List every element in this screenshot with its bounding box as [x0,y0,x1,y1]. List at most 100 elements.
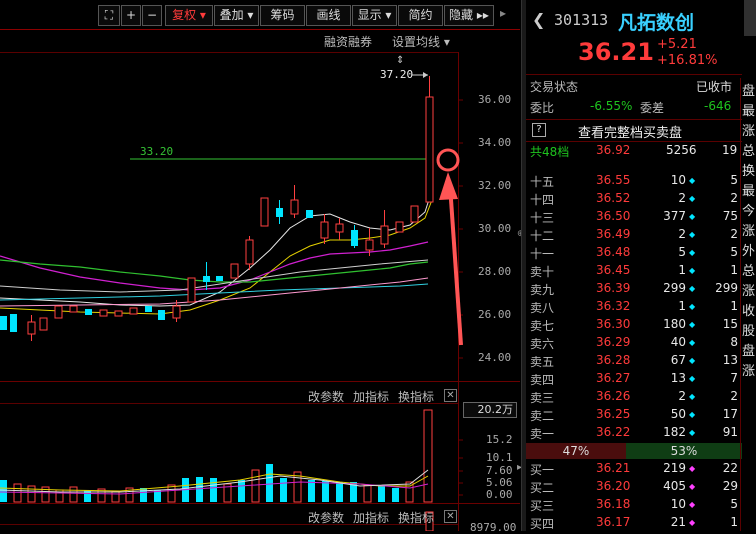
bid-price: 36.21 [596,461,631,475]
bid-row[interactable]: 买四 36.17 21 ◆ 1 [526,515,741,533]
ask-volume: 2 [678,191,686,205]
ask-price: 36.22 [596,425,631,439]
ask-count: 13 [722,353,738,367]
ma-line-yellow [0,199,433,315]
price-tick-30: 30.00 [478,222,512,235]
ask-price: 36.39 [596,281,631,295]
ask-price: 36.32 [596,299,631,313]
macd-gaicanshu-link[interactable]: 改参数 [308,509,344,526]
ask-level-label: 卖九 [530,283,555,297]
cut-column-divider [740,78,741,531]
ask-flag-icon: ◆ [689,302,696,311]
ask-level-label: 卖七 [530,319,555,333]
vol-tick-2: 10.1 [486,451,513,464]
ask-volume: 180 [663,317,686,331]
ask-flag-icon: ◆ [689,176,696,185]
ask-price: 36.27 [596,371,631,385]
vol-jiazhibiao-link[interactable]: 加指标 [353,388,389,405]
ask-level-label: 卖二 [530,409,555,423]
ask-level-label: 卖五 [530,355,555,369]
ask-row[interactable]: 卖二 36.25 50 ◆ 17 [526,407,741,425]
price-tick-26: 26.00 [478,308,512,321]
ask-row[interactable]: 卖三 36.26 2 ◆ 2 [526,389,741,407]
high-pointer-arrow [423,72,428,78]
bid-row[interactable]: 买二 36.20 405 ◆ 29 [526,479,741,497]
ask-level-label: 卖八 [530,301,555,315]
bid-flag-icon: ◆ [689,464,696,473]
ask-level-label: 十一 [530,247,555,261]
total-count: 19 [722,143,738,157]
cut-glyph: 股 [742,324,756,339]
ask-row[interactable]: 十三 36.50 377 ◆ 75 [526,209,741,227]
cut-tab[interactable] [744,0,756,36]
ask-row[interactable]: 卖七 36.30 180 ◆ 15 [526,317,741,335]
ask-row[interactable]: 卖十 36.45 1 ◆ 1 [526,263,741,281]
ask-level-label: 十二 [530,229,555,243]
vol-tick-1: 15.2 [486,433,513,446]
high-marker-icon: ⇕ [396,55,404,66]
help-icon[interactable]: ? [532,123,546,137]
bid-volume: 10 [670,497,686,511]
ask-row[interactable]: 卖八 36.32 1 ◆ 1 [526,299,741,317]
bid-row[interactable]: 买一 36.21 219 ◆ 22 [526,461,741,479]
ask-price: 36.52 [596,191,631,205]
ask-count: 1 [730,263,738,277]
bid-row[interactable]: 买三 36.18 10 ◆ 5 [526,497,741,515]
stock-code: 301313 [554,11,609,29]
ask-row[interactable]: 卖五 36.28 67 ◆ 13 [526,353,741,371]
full-depth-button[interactable]: 查看完整档买卖盘 [578,122,682,141]
macd-bottom-value: 8979.00 [470,521,517,534]
weibi-value: -6.55% [590,99,633,113]
ask-row[interactable]: 卖六 36.29 40 ◆ 8 [526,335,741,353]
ma-line-green [0,259,429,283]
ask-row[interactable]: 十五 36.55 10 ◆ 5 [526,173,741,191]
ask-row[interactable]: 十四 36.52 2 ◆ 2 [526,191,741,209]
ask-flag-icon: ◆ [689,212,696,221]
ask-level-label: 卖六 [530,337,555,351]
total-depth-row: 共48档 36.92 5256 19 [526,143,741,161]
vol-huanzhibiao-link[interactable]: 换指标 [398,388,434,405]
ask-row[interactable]: 十二 36.49 2 ◆ 2 [526,227,741,245]
price-change-pct: +16.81% [657,53,718,68]
cut-glyph: 最 [742,184,756,199]
ask-volume: 2 [678,227,686,241]
ask-level-label: 十四 [530,193,555,207]
panel-divider-3 [526,141,742,142]
ask-volume: 377 [663,209,686,223]
ask-price: 36.25 [596,407,631,421]
last-price: 36.21 [578,38,654,66]
volume-bars [0,409,433,503]
ask-flag-icon: ◆ [689,374,696,383]
status-row: 交易状态 已收市 [526,78,741,96]
ask-row[interactable]: 十一 36.48 5 ◆ 5 [526,245,741,263]
ask-flag-icon: ◆ [689,320,696,329]
ask-price: 36.45 [596,263,631,277]
ask-level-label: 卖三 [530,391,555,405]
bid-level-label: 买一 [530,463,555,477]
macd-close-icon[interactable]: ✕ [444,510,457,523]
macd-huanzhibiao-link[interactable]: 换指标 [398,509,434,526]
ref-line-label: 33.20 [140,145,174,158]
ask-price: 36.55 [596,173,631,187]
ask-count: 5 [730,173,738,187]
vol-gaicanshu-link[interactable]: 改参数 [308,388,344,405]
bid-level-label: 买四 [530,517,555,531]
ask-count: 299 [715,281,738,295]
bid-flag-icon: ◆ [689,500,696,509]
ask-count: 8 [730,335,738,349]
ask-volume: 67 [670,353,686,367]
vol-close-icon[interactable]: ✕ [444,389,457,402]
ask-flag-icon: ◆ [689,194,696,203]
ask-count: 2 [730,389,738,403]
macd-jiazhibiao-link[interactable]: 加指标 [353,509,389,526]
ask-row[interactable]: 卖一 36.22 182 ◆ 91 [526,425,741,443]
cut-glyph: 外 [742,244,756,259]
ask-count: 91 [722,425,738,439]
ask-row[interactable]: 卖四 36.27 13 ◆ 7 [526,371,741,389]
ask-price: 36.49 [596,227,631,241]
prev-stock-icon[interactable]: ❮ [532,10,545,29]
quote-panel: ❮ 301313 凡拓数创 ❯ 36.21 +5.21 +16.81% 交易状态… [526,0,756,531]
ask-row[interactable]: 卖九 36.39 299 ◆ 299 [526,281,741,299]
ask-flag-icon: ◆ [689,338,696,347]
ask-level-label: 卖十 [530,265,555,279]
